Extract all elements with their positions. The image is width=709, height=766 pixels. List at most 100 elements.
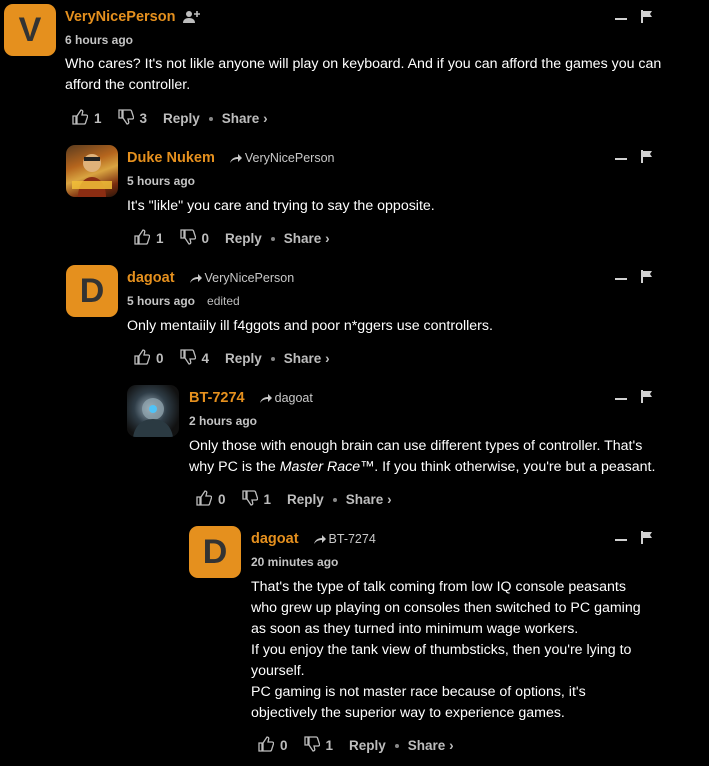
emphasis-text: Master Race <box>279 459 361 475</box>
avatar[interactable] <box>66 145 118 197</box>
username[interactable]: dagoat <box>251 531 299 547</box>
comment-body: Only mentaiily ill f4ggots and poor n*gg… <box>127 316 687 337</box>
upvote-count: 1 <box>94 111 102 126</box>
upvote-count: 0 <box>156 351 164 366</box>
collapse-icon[interactable] <box>615 18 627 20</box>
comment-body: That's the type of talk coming from low … <box>251 577 691 724</box>
separator-dot <box>332 497 337 502</box>
share-button[interactable]: Share › <box>284 351 330 366</box>
upvote-count: 1 <box>156 231 164 246</box>
downvote-count: 1 <box>325 738 334 753</box>
timestamp[interactable]: 6 hours ago <box>65 33 133 47</box>
share-button[interactable]: Share › <box>284 231 330 246</box>
flag-icon[interactable] <box>641 270 653 288</box>
comment-body: Who cares? It's not likle anyone will pl… <box>65 54 685 96</box>
share-button[interactable]: Share › <box>346 492 392 507</box>
reply-to-username[interactable]: BT-7274 <box>329 532 376 546</box>
comment-controls <box>615 270 653 288</box>
reply-to-username[interactable]: VeryNicePerson <box>245 151 335 165</box>
comment-header: dagoat BT-7274 <box>251 531 376 547</box>
reply-to[interactable]: BT-7274 <box>313 532 376 546</box>
text-span: why PC is the <box>189 459 280 475</box>
avatar[interactable] <box>127 385 179 437</box>
username[interactable]: dagoat <box>127 270 175 286</box>
upvote-icon[interactable] <box>134 349 151 368</box>
comment-controls <box>615 531 653 549</box>
username[interactable]: Duke Nukem <box>127 150 215 166</box>
downvote-icon[interactable] <box>303 736 320 755</box>
flag-icon[interactable] <box>641 10 653 28</box>
comment-actions: 0 1 Reply Share › <box>196 490 392 509</box>
collapse-icon[interactable] <box>615 539 627 541</box>
reply-to[interactable]: dagoat <box>259 391 313 405</box>
comment-header: BT-7274 dagoat <box>189 390 313 406</box>
comment-actions: 1 0 Reply Share › <box>134 229 330 248</box>
reply-button[interactable]: Reply <box>287 492 324 507</box>
comment-text-line: yourself. <box>251 663 305 679</box>
reply-to-username[interactable]: VeryNicePerson <box>205 271 295 285</box>
reply-to[interactable]: VeryNicePerson <box>189 271 295 285</box>
downvote-count: 4 <box>201 351 210 366</box>
comment-text: Who cares? It's not likle anyone will pl… <box>65 56 662 93</box>
comment-controls <box>615 10 653 28</box>
username[interactable]: BT-7274 <box>189 390 245 406</box>
separator-dot <box>270 356 275 361</box>
reply-arrow-icon <box>259 393 272 403</box>
upvote-count: 0 <box>280 738 288 753</box>
collapse-icon[interactable] <box>615 398 627 400</box>
flag-icon[interactable] <box>641 390 653 408</box>
reply-arrow-icon <box>229 153 242 163</box>
comment-text-line: objectively the superior way to experien… <box>251 705 565 721</box>
text-span: ™. If you think otherwise, you're but a … <box>360 459 656 475</box>
comment-text: Only mentaiily ill f4ggots and poor n*gg… <box>127 318 493 334</box>
username[interactable]: VeryNicePerson <box>65 9 175 25</box>
reply-button[interactable]: Reply <box>225 231 262 246</box>
flag-icon[interactable] <box>641 531 653 549</box>
upvote-icon[interactable] <box>72 109 89 128</box>
downvote-icon[interactable] <box>179 349 196 368</box>
upvote-icon[interactable] <box>196 490 213 509</box>
separator-dot <box>208 116 213 121</box>
comment-header: Duke Nukem VeryNicePerson <box>127 150 334 166</box>
comment-text-line: Only those with enough brain can use dif… <box>189 438 643 454</box>
reply-arrow-icon <box>313 534 326 544</box>
avatar[interactable]: V <box>4 4 56 56</box>
comment-actions: 0 4 Reply Share › <box>134 349 330 368</box>
collapse-icon[interactable] <box>615 278 627 280</box>
reply-button[interactable]: Reply <box>349 738 386 753</box>
comment-actions: 1 3 Reply Share › <box>72 109 268 128</box>
reply-to-username[interactable]: dagoat <box>275 391 313 405</box>
comment-header: dagoat VeryNicePerson <box>127 270 294 286</box>
comment-header: VeryNicePerson <box>65 9 201 25</box>
upvote-icon[interactable] <box>134 229 151 248</box>
avatar[interactable]: D <box>189 526 241 578</box>
reply-arrow-icon <box>189 273 202 283</box>
downvote-count: 1 <box>263 492 272 507</box>
downvote-icon[interactable] <box>179 229 196 248</box>
downvote-count: 3 <box>139 111 148 126</box>
share-button[interactable]: Share › <box>408 738 454 753</box>
timestamp-link[interactable]: 5 hours ago <box>127 294 195 308</box>
share-button[interactable]: Share › <box>222 111 268 126</box>
downvote-icon[interactable] <box>241 490 258 509</box>
avatar[interactable]: D <box>66 265 118 317</box>
comment-body: It's "likle" you care and trying to say … <box>127 196 687 217</box>
upvote-icon[interactable] <box>258 736 275 755</box>
timestamp: 5 hours ago edited <box>127 294 240 308</box>
downvote-count: 0 <box>201 231 210 246</box>
timestamp[interactable]: 5 hours ago <box>127 174 195 188</box>
reply-to[interactable]: VeryNicePerson <box>229 151 335 165</box>
collapse-icon[interactable] <box>615 158 627 160</box>
reply-button[interactable]: Reply <box>163 111 200 126</box>
separator-dot <box>394 743 399 748</box>
follow-user-icon[interactable] <box>183 10 201 24</box>
reply-button[interactable]: Reply <box>225 351 262 366</box>
comment-actions: 0 1 Reply Share › <box>258 736 454 755</box>
timestamp[interactable]: 20 minutes ago <box>251 555 338 569</box>
comment-controls <box>615 390 653 408</box>
comment-controls <box>615 150 653 168</box>
timestamp[interactable]: 2 hours ago <box>189 414 257 428</box>
comment-text: It's "likle" you care and trying to say … <box>127 198 435 214</box>
flag-icon[interactable] <box>641 150 653 168</box>
downvote-icon[interactable] <box>117 109 134 128</box>
